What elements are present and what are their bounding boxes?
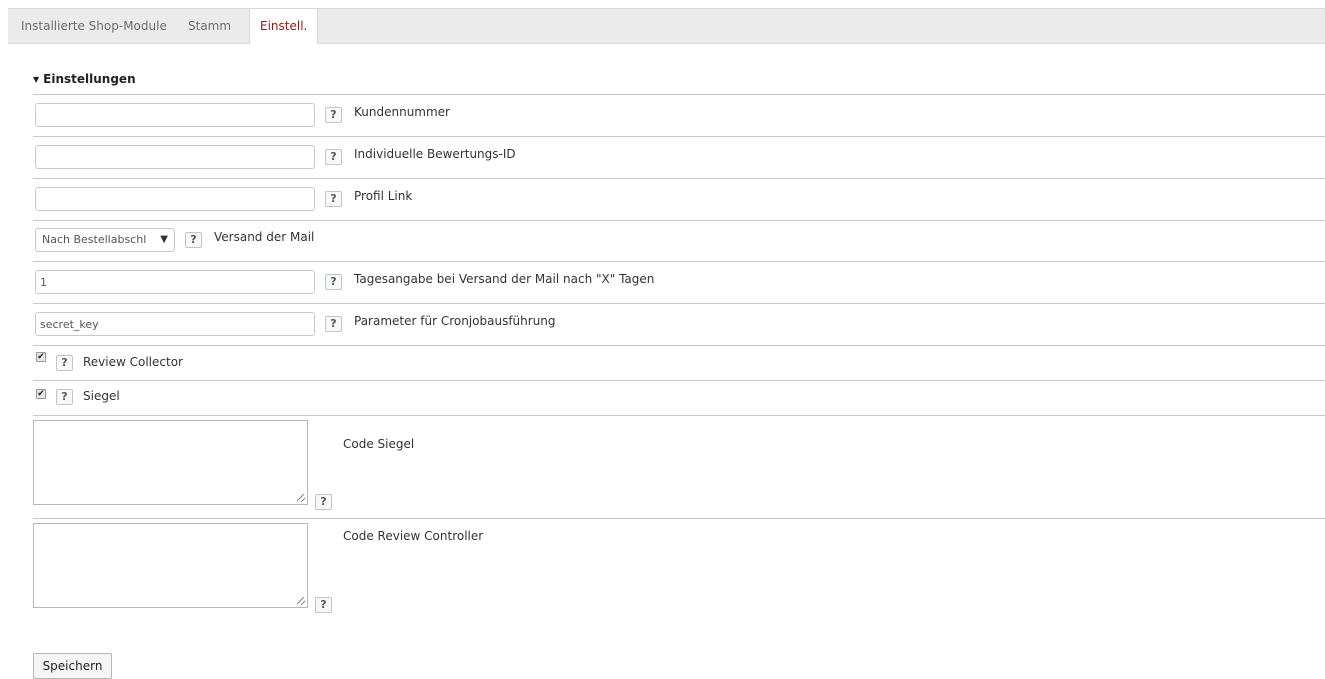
days-label: Tagesangabe bei Versand der Mail nach "X… [354, 272, 655, 286]
mail-dispatch-label: Versand der Mail [214, 230, 315, 244]
divider [33, 136, 1325, 137]
section-title: Einstellungen [43, 72, 136, 86]
profile-link-input[interactable] [35, 187, 315, 211]
resize-grip-icon[interactable] [297, 494, 305, 502]
help-icon[interactable]: ? [56, 355, 73, 371]
code-siegel-label: Code Siegel [343, 437, 415, 451]
divider [33, 345, 1325, 346]
divider [33, 94, 1325, 95]
divider [33, 380, 1325, 381]
siegel-checkbox[interactable]: ✔ [36, 389, 46, 399]
help-icon[interactable]: ? [185, 232, 202, 248]
review-id-input[interactable] [35, 145, 315, 169]
help-icon[interactable]: ? [325, 149, 342, 165]
review-id-label: Individuelle Bewertungs-ID [354, 147, 516, 161]
profile-link-label: Profil Link [354, 189, 413, 203]
help-icon[interactable]: ? [325, 107, 342, 123]
help-icon[interactable]: ? [325, 191, 342, 207]
save-button[interactable]: Speichern [33, 653, 112, 679]
divider [33, 518, 1325, 519]
resize-grip-icon[interactable] [297, 597, 305, 605]
divider [33, 415, 1325, 416]
mail-dispatch-selected: Nach Bestellabschl [42, 233, 147, 246]
review-collector-checkbox[interactable]: ✔ [36, 352, 46, 362]
review-collector-label: Review Collector [83, 355, 183, 369]
tab-installed-modules[interactable]: Installierte Shop-Module [21, 9, 167, 43]
divider [33, 220, 1325, 221]
cronjob-param-input[interactable] [35, 312, 315, 336]
help-icon[interactable]: ? [315, 597, 332, 613]
siegel-label: Siegel [83, 389, 120, 403]
divider [33, 261, 1325, 262]
code-review-controller-textarea[interactable] [33, 523, 308, 608]
tab-stamm[interactable]: Stamm [188, 9, 231, 43]
help-icon[interactable]: ? [56, 389, 73, 405]
dropdown-arrow-icon: ▼ [160, 234, 168, 245]
customer-number-input[interactable] [35, 103, 315, 127]
tab-settings[interactable]: Einstell. [249, 9, 319, 44]
divider [33, 303, 1325, 304]
tab-bar: Installierte Shop-Module Stamm Einstell. [8, 8, 1325, 44]
cronjob-param-label: Parameter für Cronjobausführung [354, 314, 556, 328]
section-header[interactable]: ▼ Einstellungen [33, 72, 136, 86]
help-icon[interactable]: ? [325, 274, 342, 290]
collapse-triangle-icon: ▼ [33, 75, 40, 84]
help-icon[interactable]: ? [315, 494, 332, 510]
mail-dispatch-select[interactable]: Nach Bestellabschl ▼ [35, 228, 175, 252]
code-siegel-textarea[interactable] [33, 420, 308, 505]
customer-number-label: Kundennummer [354, 105, 450, 119]
code-review-controller-label: Code Review Controller [343, 529, 484, 543]
help-icon[interactable]: ? [325, 316, 342, 332]
days-input[interactable] [35, 270, 315, 294]
divider [33, 178, 1325, 179]
